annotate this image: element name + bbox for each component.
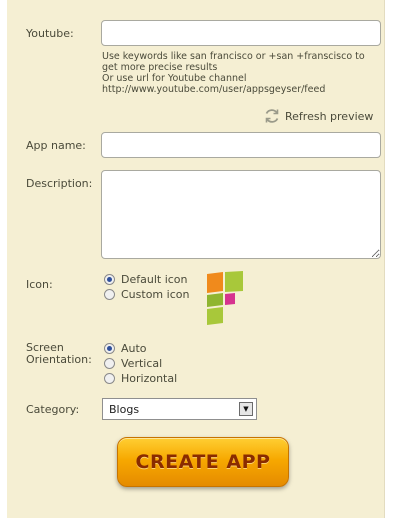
- app-form-panel: Youtube: Use keywords like san francisco…: [7, 0, 385, 518]
- category-label: Category:: [26, 403, 80, 416]
- description-textarea[interactable]: [101, 170, 381, 259]
- app-name-label: App name:: [26, 139, 86, 152]
- youtube-hint-line: Use keywords like san francisco or +san …: [102, 51, 365, 62]
- icon-custom-radio[interactable]: Custom icon: [104, 288, 189, 301]
- radio-unselected-icon[interactable]: [104, 373, 115, 384]
- app-icon-preview: [207, 271, 243, 325]
- create-app-label: CREATE APP: [135, 451, 271, 473]
- orientation-label-line2: Orientation:: [26, 353, 92, 366]
- youtube-hint-line: http://www.youtube.com/user/appsgeyser/f…: [102, 84, 326, 95]
- icon-default-radio[interactable]: Default icon: [104, 273, 188, 286]
- icon-default-label: Default icon: [121, 273, 188, 286]
- radio-unselected-icon[interactable]: [104, 289, 115, 300]
- radio-selected-icon[interactable]: [104, 343, 115, 354]
- orientation-vertical-radio[interactable]: Vertical: [104, 357, 162, 370]
- youtube-hint-line: get more precise results: [102, 62, 218, 73]
- refresh-icon: [265, 109, 279, 123]
- radio-unselected-icon[interactable]: [104, 358, 115, 369]
- icon-custom-label: Custom icon: [121, 288, 190, 301]
- orientation-auto-label: Auto: [121, 342, 147, 355]
- orientation-vertical-label: Vertical: [121, 357, 163, 370]
- youtube-hint-line: Or use url for Youtube channel: [102, 73, 247, 84]
- dropdown-arrow-icon[interactable]: ▼: [239, 402, 253, 416]
- description-label: Description:: [26, 177, 93, 190]
- youtube-input[interactable]: [101, 20, 381, 46]
- orientation-horizontal-radio[interactable]: Horizontal: [104, 372, 177, 385]
- orientation-horizontal-label: Horizontal: [121, 372, 178, 385]
- app-name-input[interactable]: [101, 132, 381, 158]
- category-selected-value: Blogs: [109, 402, 140, 416]
- orientation-auto-radio[interactable]: Auto: [104, 342, 147, 355]
- refresh-preview-button[interactable]: Refresh preview: [263, 107, 373, 125]
- refresh-preview-label: Refresh preview: [285, 109, 374, 123]
- create-app-button[interactable]: CREATE APP: [117, 437, 289, 487]
- youtube-label: Youtube:: [26, 27, 74, 40]
- youtube-hint: Use keywords like san francisco or +san …: [102, 51, 365, 95]
- category-select[interactable]: Blogs ▼: [102, 398, 257, 420]
- icon-label: Icon:: [26, 278, 53, 291]
- radio-selected-icon[interactable]: [104, 274, 115, 285]
